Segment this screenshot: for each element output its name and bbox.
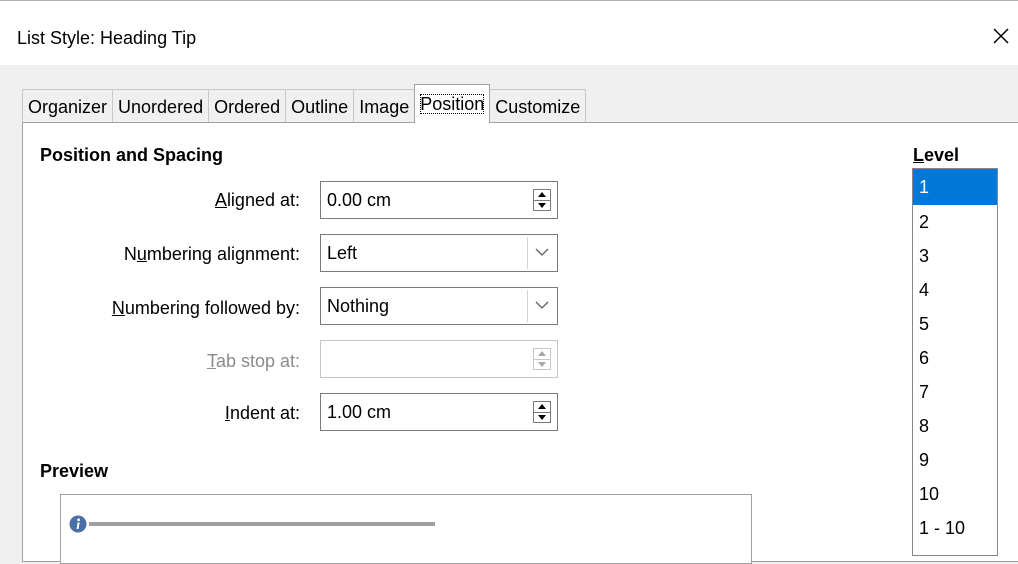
level-heading: Level: [913, 145, 960, 165]
level-item[interactable]: 7: [913, 375, 997, 409]
title-bar: List Style: Heading Tip: [0, 0, 1018, 65]
tab-stop-at-label: Tab stop at:: [206, 351, 300, 371]
tab-label: Organizer: [28, 97, 108, 117]
tab-customize[interactable]: Customize: [489, 89, 587, 123]
tab-ordered[interactable]: Ordered: [208, 89, 287, 123]
level-item[interactable]: 4: [913, 273, 997, 307]
indent-at-spin-buttons[interactable]: [533, 401, 551, 423]
numbering-alignment-dropdown-button[interactable]: [527, 237, 555, 269]
level-item[interactable]: 10: [913, 477, 997, 511]
level-item[interactable]: 1: [913, 169, 997, 205]
chevron-down-icon: [535, 248, 549, 256]
spin-up-icon[interactable]: [534, 190, 550, 200]
tab-label: Outline: [291, 97, 349, 117]
aligned-at-value: 0.00 cm: [327, 190, 392, 210]
tab-label: Position: [420, 94, 485, 114]
numbering-alignment-value: Left: [327, 243, 358, 263]
numbering-followed-by-value: Nothing: [327, 296, 390, 316]
chevron-down-icon: [535, 301, 549, 309]
window-title: List Style: Heading Tip: [17, 28, 197, 48]
level-item[interactable]: 1 - 10: [913, 511, 997, 545]
aligned-at-spin-buttons[interactable]: [533, 189, 551, 211]
numbering-followed-by-label: Numbering followed by:: [111, 298, 300, 318]
close-icon[interactable]: [988, 23, 1014, 49]
indent-at-value: 1.00 cm: [327, 402, 392, 422]
numbering-followed-by-dropdown-button[interactable]: [527, 290, 555, 322]
preview-area: [60, 494, 752, 564]
tab-label: Customize: [495, 97, 581, 117]
preview-heading: Preview: [40, 461, 109, 481]
tab-image[interactable]: Image: [353, 89, 416, 123]
tab-bar: Organizer Unordered Ordered Outline Imag…: [22, 84, 587, 123]
numbering-followed-by-select[interactable]: Nothing: [320, 287, 558, 325]
aligned-at-spinbox[interactable]: 0.00 cm: [320, 181, 558, 219]
tab-outline[interactable]: Outline: [285, 89, 355, 123]
info-icon: [69, 515, 87, 533]
level-item[interactable]: 5: [913, 307, 997, 341]
spin-up-icon[interactable]: [534, 402, 550, 412]
level-listbox[interactable]: 1 2 3 4 5 6 7 8 9 10 1 - 10: [912, 168, 998, 556]
tab-unordered[interactable]: Unordered: [112, 89, 210, 123]
tab-label: Ordered: [214, 97, 281, 117]
indent-at-label: Indent at:: [224, 403, 300, 423]
preview-text-line: [89, 522, 435, 526]
tab-stop-at-spin-buttons[interactable]: [533, 348, 551, 370]
numbering-alignment-select[interactable]: Left: [320, 234, 558, 272]
tab-position[interactable]: Position: [414, 84, 491, 123]
level-item[interactable]: 3: [913, 239, 997, 273]
tab-organizer[interactable]: Organizer: [22, 89, 114, 123]
level-item[interactable]: 2: [913, 205, 997, 239]
tab-label: Image: [359, 97, 410, 117]
level-item[interactable]: 8: [913, 409, 997, 443]
spin-down-icon[interactable]: [534, 200, 550, 211]
numbering-alignment-label: Numbering alignment:: [123, 244, 300, 264]
level-item[interactable]: 9: [913, 443, 997, 477]
level-item[interactable]: 6: [913, 341, 997, 375]
position-spacing-heading: Position and Spacing: [40, 145, 224, 165]
aligned-at-label: Aligned at:: [214, 190, 300, 210]
spin-down-icon[interactable]: [534, 412, 550, 423]
indent-at-spinbox[interactable]: 1.00 cm: [320, 393, 558, 431]
tab-stop-at-spinbox[interactable]: [320, 340, 558, 378]
spin-up-icon[interactable]: [534, 349, 550, 359]
spin-down-icon[interactable]: [534, 359, 550, 370]
tab-label: Unordered: [118, 97, 204, 117]
